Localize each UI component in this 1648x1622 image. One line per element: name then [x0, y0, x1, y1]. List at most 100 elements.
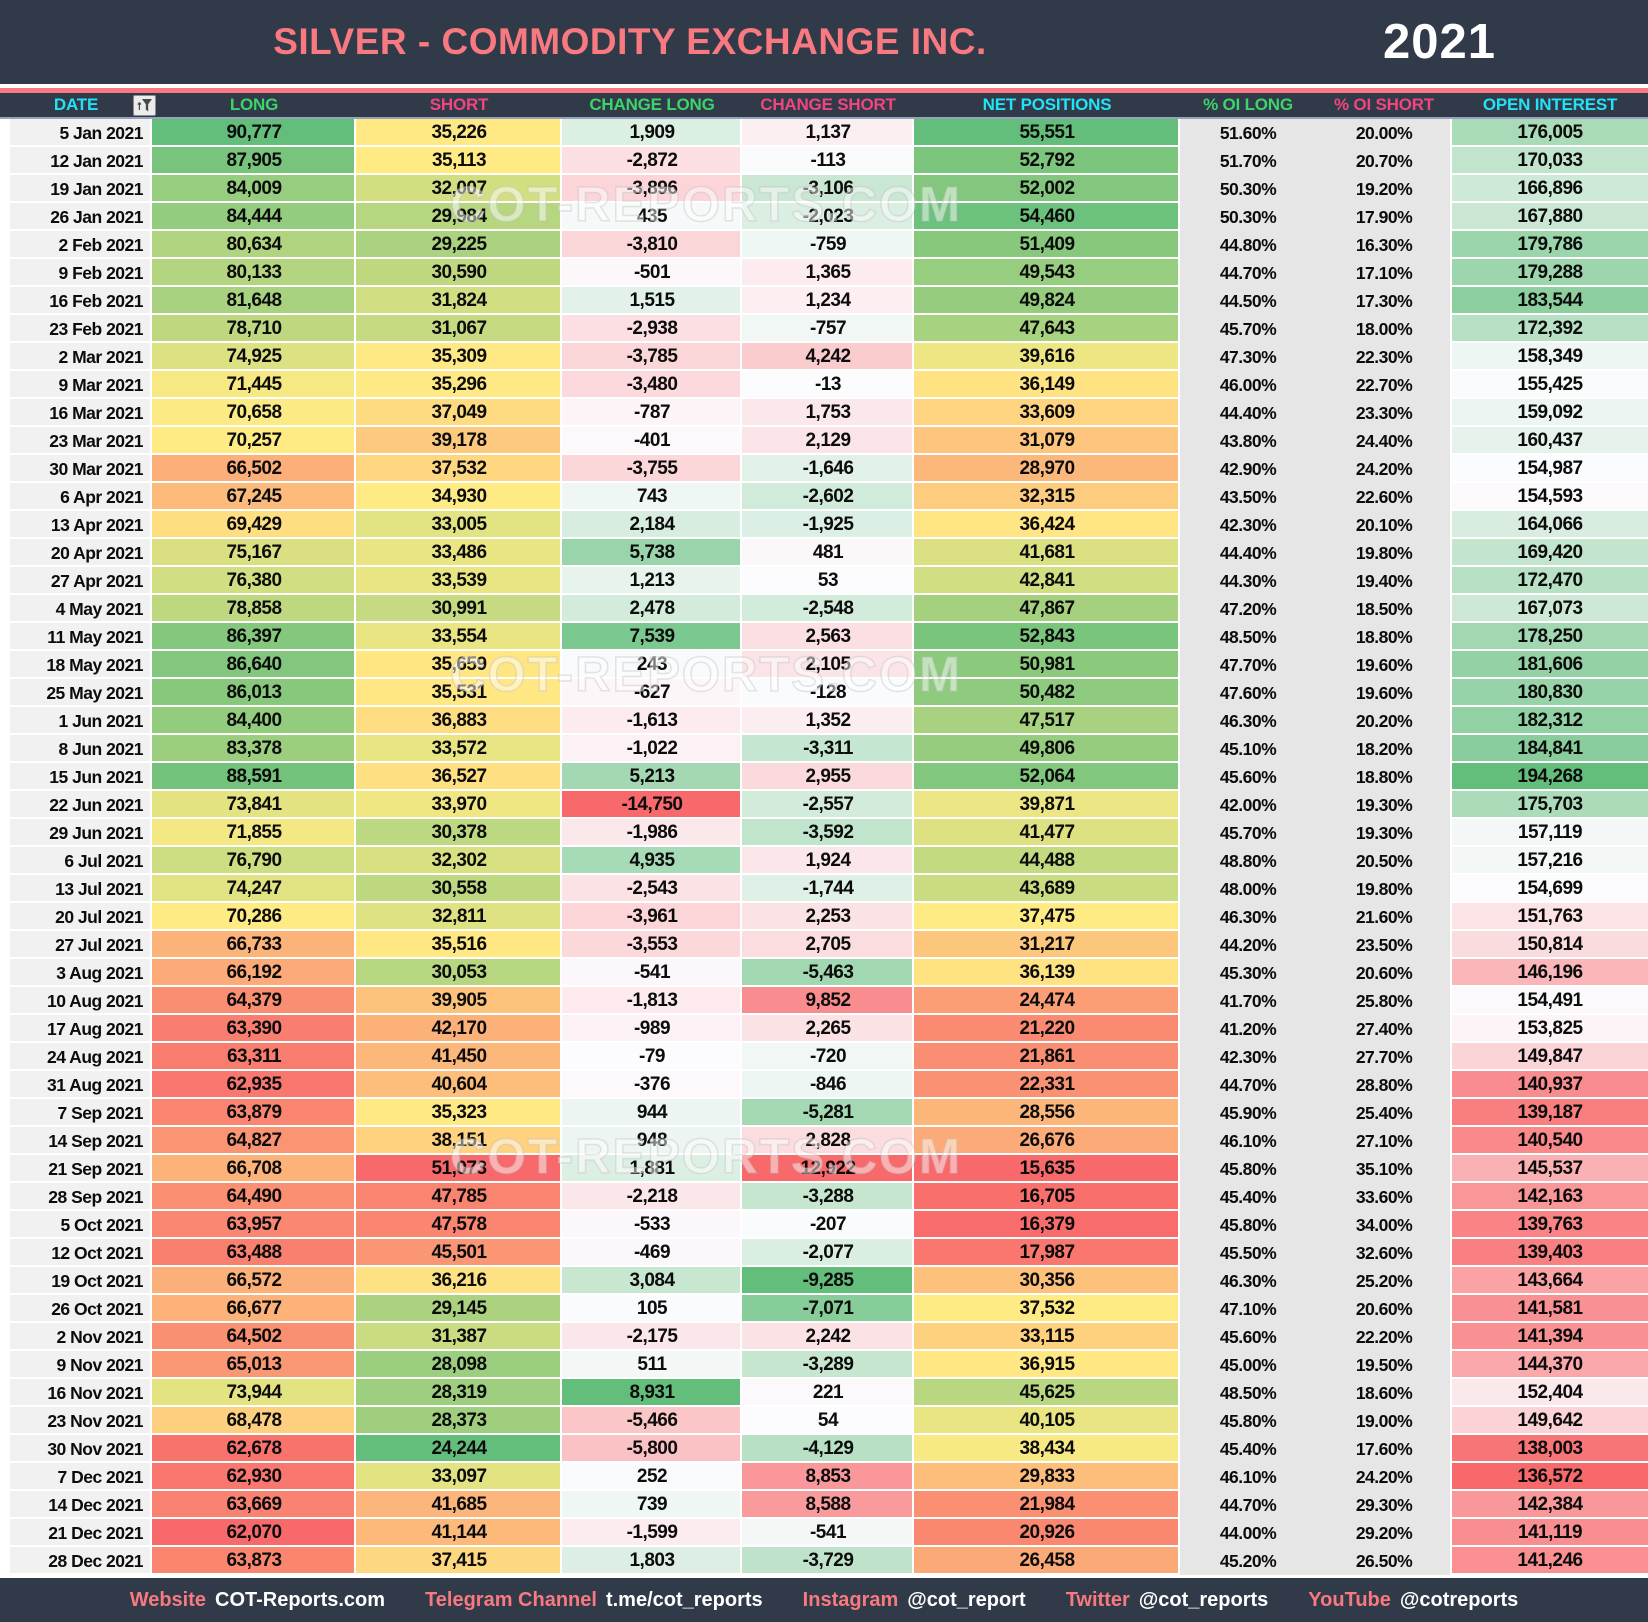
cell-change-long[interactable]: -2,543 [562, 875, 742, 903]
cell-short[interactable]: 37,415 [356, 1547, 562, 1575]
cell-net-positions[interactable]: 36,149 [914, 371, 1180, 399]
cell-pct-oi-long[interactable]: 44.50% [1180, 287, 1316, 315]
cell-change-short[interactable]: 1,352 [742, 707, 914, 735]
cell-pct-oi-long[interactable]: 45.20% [1180, 1547, 1316, 1575]
cell-change-long[interactable]: -79 [562, 1043, 742, 1071]
cell-change-long[interactable]: 944 [562, 1099, 742, 1127]
cell-pct-oi-long[interactable]: 48.80% [1180, 847, 1316, 875]
cell-short[interactable]: 33,486 [356, 539, 562, 567]
cell-date[interactable]: 2 Feb 2021 [0, 231, 152, 259]
cell-open-interest[interactable]: 145,537 [1452, 1155, 1648, 1183]
cell-pct-oi-short[interactable]: 23.50% [1316, 931, 1452, 959]
cell-change-long[interactable]: 1,515 [562, 287, 742, 315]
cell-date[interactable]: 16 Nov 2021 [0, 1379, 152, 1407]
cell-open-interest[interactable]: 194,268 [1452, 763, 1648, 791]
cell-short[interactable]: 30,378 [356, 819, 562, 847]
cell-open-interest[interactable]: 140,937 [1452, 1071, 1648, 1099]
cell-pct-oi-short[interactable]: 20.50% [1316, 847, 1452, 875]
cell-pct-oi-long[interactable]: 45.40% [1180, 1183, 1316, 1211]
cell-open-interest[interactable]: 153,825 [1452, 1015, 1648, 1043]
cell-net-positions[interactable]: 40,105 [914, 1407, 1180, 1435]
cell-change-short[interactable]: 2,955 [742, 763, 914, 791]
cell-change-long[interactable]: 243 [562, 651, 742, 679]
cell-pct-oi-short[interactable]: 20.20% [1316, 707, 1452, 735]
cell-date[interactable]: 5 Jan 2021 [0, 119, 152, 147]
cell-change-long[interactable]: -2,218 [562, 1183, 742, 1211]
cell-change-short[interactable]: -1,925 [742, 511, 914, 539]
cell-long[interactable]: 64,379 [152, 987, 356, 1015]
cell-pct-oi-long[interactable]: 47.30% [1180, 343, 1316, 371]
cell-open-interest[interactable]: 160,437 [1452, 427, 1648, 455]
cell-open-interest[interactable]: 172,392 [1452, 315, 1648, 343]
cell-pct-oi-long[interactable]: 44.70% [1180, 259, 1316, 287]
cell-long[interactable]: 66,733 [152, 931, 356, 959]
cell-pct-oi-long[interactable]: 45.90% [1180, 1099, 1316, 1127]
cell-pct-oi-short[interactable]: 32.60% [1316, 1239, 1452, 1267]
cell-pct-oi-long[interactable]: 43.80% [1180, 427, 1316, 455]
cell-change-long[interactable]: 3,084 [562, 1267, 742, 1295]
cell-date[interactable]: 1 Jun 2021 [0, 707, 152, 735]
cell-pct-oi-long[interactable]: 45.70% [1180, 819, 1316, 847]
cell-pct-oi-long[interactable]: 48.50% [1180, 1379, 1316, 1407]
cell-short[interactable]: 33,005 [356, 511, 562, 539]
cell-open-interest[interactable]: 151,763 [1452, 903, 1648, 931]
cell-open-interest[interactable]: 146,196 [1452, 959, 1648, 987]
cell-pct-oi-long[interactable]: 45.60% [1180, 763, 1316, 791]
cell-short[interactable]: 31,387 [356, 1323, 562, 1351]
column-header-change-long[interactable]: CHANGE LONG [562, 93, 742, 117]
cell-net-positions[interactable]: 33,609 [914, 399, 1180, 427]
cell-long[interactable]: 70,257 [152, 427, 356, 455]
cell-net-positions[interactable]: 39,616 [914, 343, 1180, 371]
cell-change-short[interactable]: 9,852 [742, 987, 914, 1015]
cell-date[interactable]: 28 Dec 2021 [0, 1547, 152, 1575]
cell-short[interactable]: 35,226 [356, 119, 562, 147]
cell-pct-oi-long[interactable]: 41.20% [1180, 1015, 1316, 1043]
cell-date[interactable]: 9 Nov 2021 [0, 1351, 152, 1379]
cell-pct-oi-long[interactable]: 41.70% [1180, 987, 1316, 1015]
cell-short[interactable]: 47,578 [356, 1211, 562, 1239]
cell-net-positions[interactable]: 55,551 [914, 119, 1180, 147]
date-filter-button[interactable] [133, 95, 156, 116]
cell-date[interactable]: 30 Mar 2021 [0, 455, 152, 483]
cell-long[interactable]: 66,708 [152, 1155, 356, 1183]
cell-net-positions[interactable]: 38,434 [914, 1435, 1180, 1463]
cell-net-positions[interactable]: 43,689 [914, 875, 1180, 903]
cell-long[interactable]: 75,167 [152, 539, 356, 567]
cell-long[interactable]: 90,777 [152, 119, 356, 147]
cell-pct-oi-short[interactable]: 19.30% [1316, 819, 1452, 847]
cell-open-interest[interactable]: 136,572 [1452, 1463, 1648, 1491]
cell-pct-oi-long[interactable]: 46.30% [1180, 1267, 1316, 1295]
cell-long[interactable]: 63,390 [152, 1015, 356, 1043]
cell-pct-oi-long[interactable]: 45.10% [1180, 735, 1316, 763]
cell-pct-oi-short[interactable]: 20.60% [1316, 959, 1452, 987]
cell-change-long[interactable]: -2,872 [562, 147, 742, 175]
cell-change-long[interactable]: 5,738 [562, 539, 742, 567]
cell-date[interactable]: 13 Apr 2021 [0, 511, 152, 539]
cell-short[interactable]: 35,296 [356, 371, 562, 399]
cell-pct-oi-short[interactable]: 18.80% [1316, 763, 1452, 791]
cell-open-interest[interactable]: 167,880 [1452, 203, 1648, 231]
cell-change-short[interactable]: 1,753 [742, 399, 914, 427]
cell-open-interest[interactable]: 179,288 [1452, 259, 1648, 287]
cell-change-short[interactable]: 1,924 [742, 847, 914, 875]
cell-short[interactable]: 36,527 [356, 763, 562, 791]
cell-pct-oi-long[interactable]: 45.60% [1180, 1323, 1316, 1351]
cell-change-long[interactable]: 252 [562, 1463, 742, 1491]
cell-change-short[interactable]: -13 [742, 371, 914, 399]
cell-pct-oi-short[interactable]: 19.30% [1316, 791, 1452, 819]
cell-short[interactable]: 31,824 [356, 287, 562, 315]
cell-short[interactable]: 30,991 [356, 595, 562, 623]
cell-open-interest[interactable]: 154,699 [1452, 875, 1648, 903]
cell-pct-oi-long[interactable]: 44.30% [1180, 567, 1316, 595]
cell-long[interactable]: 74,925 [152, 343, 356, 371]
cell-net-positions[interactable]: 37,475 [914, 903, 1180, 931]
cell-net-positions[interactable]: 52,792 [914, 147, 1180, 175]
cell-long[interactable]: 78,710 [152, 315, 356, 343]
cell-pct-oi-short[interactable]: 16.30% [1316, 231, 1452, 259]
cell-short[interactable]: 33,970 [356, 791, 562, 819]
cell-open-interest[interactable]: 159,092 [1452, 399, 1648, 427]
cell-date[interactable]: 21 Dec 2021 [0, 1519, 152, 1547]
cell-change-long[interactable]: -3,755 [562, 455, 742, 483]
cell-long[interactable]: 69,429 [152, 511, 356, 539]
cell-net-positions[interactable]: 42,841 [914, 567, 1180, 595]
